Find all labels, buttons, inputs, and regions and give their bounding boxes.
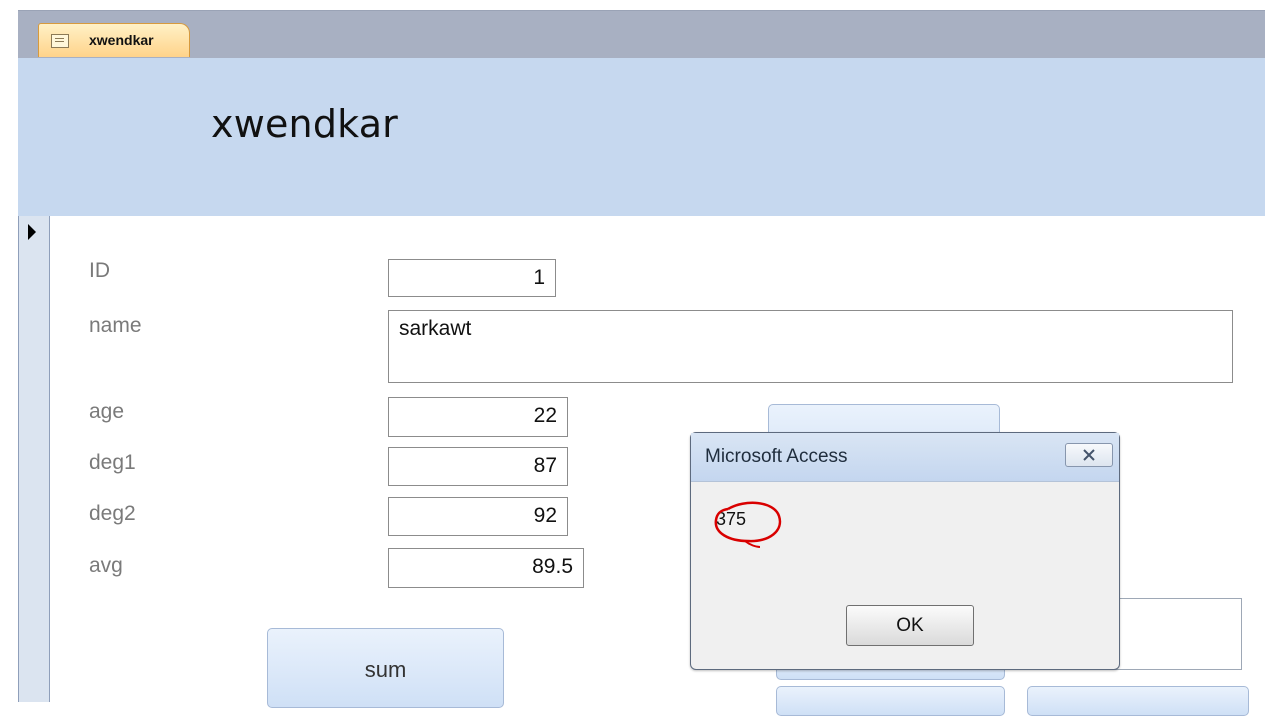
- window-top-border: [0, 0, 1265, 10]
- record-selector[interactable]: [18, 216, 50, 702]
- document-tab-strip: xwendkar: [18, 10, 1265, 59]
- dialog-ok-button[interactable]: OK: [846, 605, 974, 646]
- microsoft-access-message-dialog: Microsoft Access 375 OK: [690, 432, 1120, 670]
- dialog-message: 375: [714, 501, 782, 548]
- deg2-field[interactable]: 92: [388, 497, 568, 536]
- dialog-close-button[interactable]: [1065, 443, 1113, 467]
- deg1-label: deg1: [89, 451, 136, 474]
- close-icon: [1083, 449, 1095, 461]
- avg-label: avg: [89, 554, 123, 577]
- tab-label: xwendkar: [89, 32, 154, 48]
- id-field[interactable]: 1: [388, 259, 556, 297]
- form-icon: [51, 34, 69, 48]
- avg-field[interactable]: 89.5: [388, 548, 584, 588]
- form-button-bottom-right[interactable]: [1027, 686, 1249, 716]
- form-title: xwendkar: [211, 102, 398, 146]
- red-highlight-circle: [714, 501, 782, 548]
- name-label: name: [89, 314, 142, 337]
- tab-xwendkar[interactable]: xwendkar: [38, 23, 190, 57]
- name-field[interactable]: sarkawt: [388, 310, 1233, 383]
- age-field[interactable]: 22: [388, 397, 568, 437]
- current-record-arrow-icon: [28, 224, 36, 240]
- form-button-bottom-left[interactable]: [776, 686, 1005, 716]
- id-label: ID: [89, 259, 110, 282]
- age-label: age: [89, 400, 125, 423]
- dialog-title-bar: Microsoft Access: [691, 433, 1119, 482]
- deg1-field[interactable]: 87: [388, 447, 568, 486]
- dialog-title: Microsoft Access: [705, 446, 848, 467]
- sum-button[interactable]: sum: [267, 628, 504, 708]
- deg2-label: deg2: [89, 502, 136, 525]
- form-header: xwendkar: [18, 58, 1265, 216]
